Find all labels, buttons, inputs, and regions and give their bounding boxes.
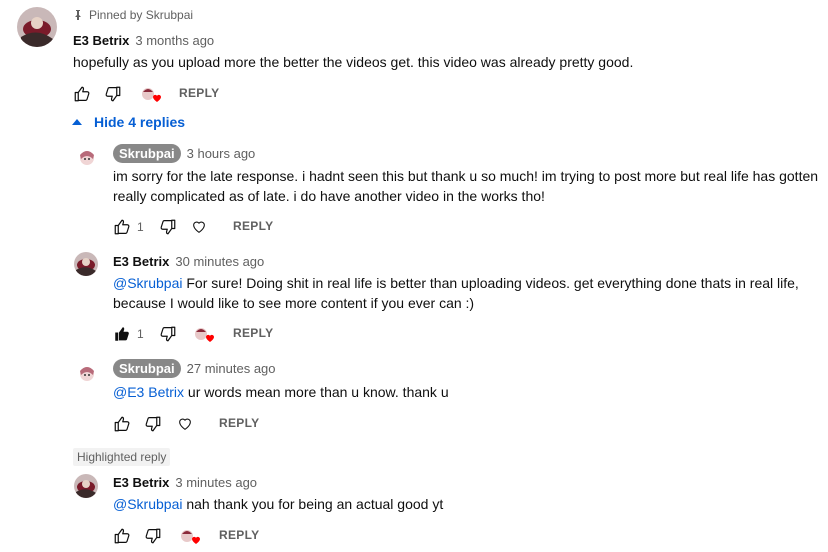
highlighted-reply-badge: Highlighted reply <box>73 448 171 466</box>
reply-author-creator[interactable]: Skrubpai <box>113 144 181 163</box>
creator-heart-button[interactable] <box>179 528 203 548</box>
pinned-label: Pinned by Skrubpai <box>89 8 194 22</box>
reply-header: Skrubpai 3 hours ago <box>113 144 255 163</box>
reply-text: @Skrubpai For sure! Doing shit in real l… <box>113 273 823 313</box>
reply-time[interactable]: 3 hours ago <box>187 146 256 161</box>
dislike-button[interactable] <box>159 218 179 238</box>
reply-header: E3 Betrix 30 minutes ago <box>113 254 264 269</box>
avatar-skrubpai[interactable] <box>75 145 99 169</box>
comment-author[interactable]: E3 Betrix <box>73 33 129 48</box>
pin-icon <box>73 9 83 21</box>
like-filled-icon <box>113 325 131 343</box>
reply-text-line: really complicated as of late. i do have… <box>113 188 545 204</box>
reply-author[interactable]: E3 Betrix <box>113 254 169 269</box>
reply-text-line: because I would like to see more content… <box>113 295 475 311</box>
like-count: 1 <box>137 327 144 341</box>
avatar-e3-betrix[interactable] <box>17 7 57 47</box>
reply-button[interactable]: REPLY <box>219 416 259 430</box>
reply-button[interactable]: REPLY <box>219 528 259 542</box>
creator-heart-button[interactable] <box>193 326 217 346</box>
reply-author-creator[interactable]: Skrubpai <box>113 359 181 378</box>
like-button[interactable] <box>73 85 93 105</box>
like-icon <box>73 85 91 103</box>
mention-link[interactable]: @Skrubpai <box>113 496 182 512</box>
reply-text-line: @Skrubpai For sure! Doing shit in real l… <box>113 275 799 291</box>
comment-time[interactable]: 3 months ago <box>135 33 214 48</box>
dislike-button[interactable] <box>104 85 124 105</box>
reply-button[interactable]: REPLY <box>179 86 219 100</box>
dislike-icon <box>144 527 162 545</box>
avatar-e3-betrix[interactable] <box>74 474 98 498</box>
creator-heart-button[interactable] <box>140 86 164 106</box>
dislike-icon <box>104 85 122 103</box>
reply-text: im sorry for the late response. i hadnt … <box>113 166 823 206</box>
creator-heart-icon <box>140 86 162 106</box>
dislike-button[interactable] <box>144 415 164 435</box>
dislike-icon <box>159 325 177 343</box>
avatar-e3-betrix[interactable] <box>74 252 98 276</box>
heart-icon <box>191 219 207 235</box>
dislike-icon <box>159 218 177 236</box>
pinned-indicator: Pinned by Skrubpai <box>73 8 193 22</box>
reply-button[interactable]: REPLY <box>233 326 273 340</box>
heart-icon <box>177 416 193 432</box>
mention-link[interactable]: @E3 Betrix <box>113 384 184 400</box>
like-icon <box>113 527 131 545</box>
like-count: 1 <box>137 220 144 234</box>
reply-author[interactable]: E3 Betrix <box>113 475 169 490</box>
heart-button[interactable] <box>177 416 195 434</box>
comment-text: hopefully as you upload more the better … <box>73 54 634 70</box>
dislike-button[interactable] <box>159 325 179 345</box>
dislike-button[interactable] <box>144 527 164 547</box>
like-icon <box>113 218 131 236</box>
heart-button[interactable] <box>191 219 209 237</box>
reply-header: Skrubpai 27 minutes ago <box>113 359 276 378</box>
like-icon <box>113 415 131 433</box>
reply-time[interactable]: 27 minutes ago <box>187 361 276 376</box>
hide-replies-toggle[interactable]: Hide 4 replies <box>72 114 185 130</box>
reply-text: @E3 Betrix ur words mean more than u kno… <box>113 384 449 400</box>
like-button[interactable] <box>113 527 133 547</box>
reply-text-line: im sorry for the late response. i hadnt … <box>113 168 819 184</box>
creator-heart-icon <box>193 326 215 346</box>
reply-button[interactable]: REPLY <box>233 219 273 233</box>
creator-heart-icon <box>179 528 201 548</box>
dislike-icon <box>144 415 162 433</box>
hide-replies-label: Hide 4 replies <box>94 114 186 130</box>
comment-header: E3 Betrix 3 months ago <box>73 33 214 48</box>
reply-header: E3 Betrix 3 minutes ago <box>113 475 257 490</box>
reply-time[interactable]: 3 minutes ago <box>175 475 257 490</box>
mention-link[interactable]: @Skrubpai <box>113 275 182 291</box>
like-button[interactable] <box>113 415 133 435</box>
like-button-active[interactable] <box>113 325 133 345</box>
reply-time[interactable]: 30 minutes ago <box>175 254 264 269</box>
caret-up-icon <box>72 119 82 125</box>
avatar-skrubpai[interactable] <box>75 361 99 385</box>
like-button[interactable] <box>113 218 133 238</box>
reply-text: @Skrubpai nah thank you for being an act… <box>113 496 444 512</box>
